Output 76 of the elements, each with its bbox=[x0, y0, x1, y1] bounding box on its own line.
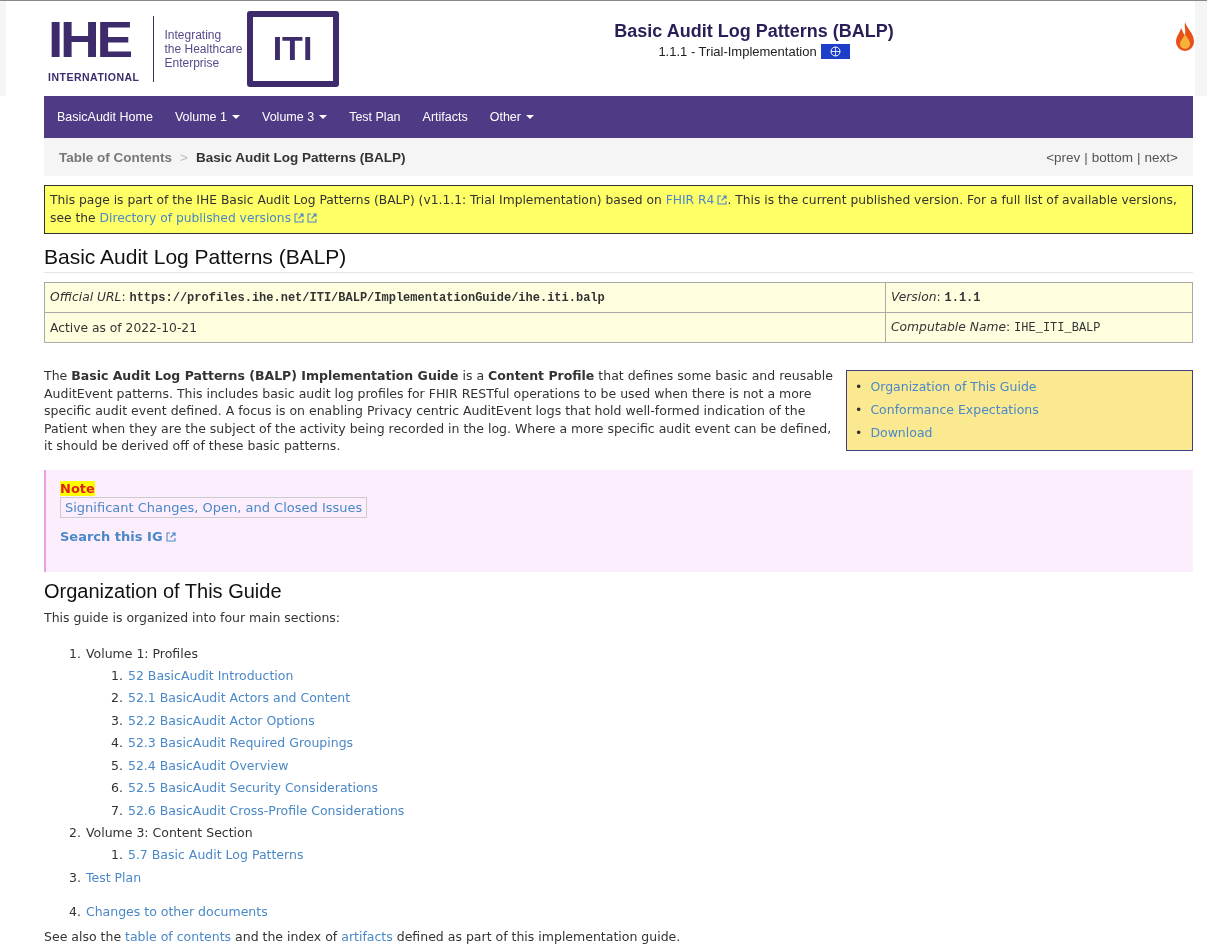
list-link[interactable]: 52.5 BasicAudit Security Considerations bbox=[127, 780, 379, 795]
domain-logo: ITI bbox=[246, 10, 339, 87]
caret-icon bbox=[232, 115, 240, 119]
list-number: 1. bbox=[111, 847, 123, 862]
link[interactable]: FHIR R4 bbox=[665, 193, 715, 207]
list-number: 3. bbox=[111, 712, 123, 728]
issues-link[interactable]: Significant Changes, Open, and Closed Issues bbox=[60, 496, 368, 518]
page-title: Basic Audit Log Patterns (BALP) bbox=[613, 21, 895, 42]
link[interactable]: Directory of published versions bbox=[99, 210, 292, 225]
bullet: • bbox=[855, 401, 863, 419]
version-banner: This page is part of the IHE Basic Audit Log Patterns (BALP) (v1.1.1: Trial Implementation) based on FHIR R4 . This is the current published version. For a full list of available versions, see the Directory of published versions bbox=[44, 185, 1193, 234]
pager-separator: | bbox=[1084, 149, 1088, 165]
pager-link[interactable]: next> bbox=[1144, 149, 1178, 165]
table-cell: Official URL: https://profiles.ihe.net/ITI/BALP/ImplementationGuide/ihe.iti.balp bbox=[44, 282, 886, 313]
list-item-text: Volume 1: Profiles bbox=[85, 645, 198, 661]
list-link[interactable]: 52.4 BasicAudit Overview bbox=[127, 757, 289, 773]
list-number: 5. bbox=[111, 757, 123, 773]
logo-letters: IHE bbox=[48, 14, 132, 65]
list-number: 1. bbox=[69, 645, 81, 661]
list-link[interactable]: 52 BasicAudit Introduction bbox=[127, 667, 294, 683]
breadcrumb-separator: > bbox=[180, 149, 188, 165]
toc-link[interactable]: Organization of This Guide bbox=[870, 375, 1037, 398]
external-link-icon bbox=[165, 531, 176, 542]
list-link[interactable]: 52.1 BasicAudit Actors and Content bbox=[127, 690, 351, 705]
list-link[interactable]: 5.7 Basic Audit Log Patterns bbox=[127, 847, 304, 862]
list-link[interactable]: 52.3 BasicAudit Required Groupings bbox=[127, 735, 354, 750]
breadcrumb-item[interactable]: Table of Contents bbox=[59, 149, 172, 165]
nav-item[interactable]: Artifacts bbox=[411, 96, 479, 138]
list-number: 6. bbox=[111, 780, 123, 795]
section-lead: This guide is organized into four main sections: bbox=[44, 609, 342, 625]
note-label: Note bbox=[60, 480, 95, 496]
nav-item[interactable]: BasicAudit Home bbox=[46, 96, 164, 138]
logo-subtitle: INTERNATIONAL bbox=[48, 70, 140, 83]
table-cell: Computable Name: IHE_ITI_BALP bbox=[885, 312, 1193, 343]
bullet: • bbox=[855, 378, 863, 396]
link[interactable]: table of contents bbox=[125, 928, 232, 944]
intro-paragraph: The Basic Audit Log Patterns (BALP) Implementation Guide is a Content Profile that defines some basic and reusable AuditEvent patterns. This includes basic audit log profiles for FHIR RESTful operations to be used when there is not a more specific audit event defined. A focus is on enabling Privacy centric AuditEvent logs that hold well-formed indication of the Patient when they are the subject of the activity being recorded in the log. Where a more specific audit event can be defined, it should be derived off of these basic patterns. bbox=[44, 367, 834, 455]
list-link[interactable]: 52.2 BasicAudit Actor Options bbox=[127, 712, 315, 728]
section-heading: Organization of This Guide bbox=[44, 579, 283, 603]
pager-link[interactable]: <prev bbox=[1046, 149, 1081, 165]
search-link[interactable]: Search this IG bbox=[60, 528, 163, 544]
link[interactable]: artifacts bbox=[341, 928, 393, 944]
external-link-icon bbox=[717, 195, 728, 205]
list-number: 4. bbox=[69, 903, 81, 919]
list-link[interactable]: 52.6 BasicAudit Cross-Profile Considerations bbox=[127, 802, 405, 818]
list-item-text: Volume 3: Content Section bbox=[85, 825, 253, 840]
nav-item[interactable]: Test Plan bbox=[338, 96, 412, 138]
toc-link[interactable]: Conformance Expectations bbox=[870, 398, 1039, 421]
nav-item[interactable]: Volume 1 bbox=[163, 96, 251, 138]
version-label: 1.1.1 - Trial-Implementation bbox=[658, 44, 817, 59]
caret-icon bbox=[319, 115, 328, 119]
list-number: 2. bbox=[111, 690, 123, 705]
list-number: 3. bbox=[69, 869, 81, 885]
flame-icon bbox=[1175, 21, 1195, 53]
bullet: • bbox=[855, 424, 863, 442]
nav-item[interactable]: Other bbox=[478, 96, 545, 138]
table-cell: Active as of 2022-10-21 bbox=[44, 312, 886, 343]
pager-link[interactable]: bottom bbox=[1091, 149, 1134, 165]
logo-tagline: Integrating the Healthcare Enterprise bbox=[164, 27, 243, 70]
list-number: 1. bbox=[111, 667, 123, 683]
toc-link[interactable]: Download bbox=[870, 421, 933, 444]
page-heading: Basic Audit Log Patterns (BALP) bbox=[44, 245, 1193, 273]
pager-separator: | bbox=[1137, 149, 1141, 165]
external-link-icon bbox=[294, 212, 305, 223]
external-link-icon bbox=[307, 212, 318, 223]
footer-paragraph: See also the table of contents and the index of artifacts defined as part of this implementation guide. bbox=[44, 928, 682, 944]
breadcrumb-item[interactable]: Basic Audit Log Patterns (BALP) bbox=[195, 149, 406, 165]
list-number: 4. bbox=[111, 735, 123, 750]
list-link[interactable]: Changes to other documents bbox=[85, 903, 268, 919]
list-link[interactable]: Test Plan bbox=[85, 869, 142, 885]
list-number: 2. bbox=[69, 825, 81, 840]
nav-item[interactable]: Volume 3 bbox=[251, 96, 339, 138]
caret-icon bbox=[525, 115, 534, 119]
list-number: 7. bbox=[111, 802, 123, 818]
globe-icon bbox=[820, 44, 850, 59]
table-cell: Version: 1.1.1 bbox=[885, 282, 1193, 313]
